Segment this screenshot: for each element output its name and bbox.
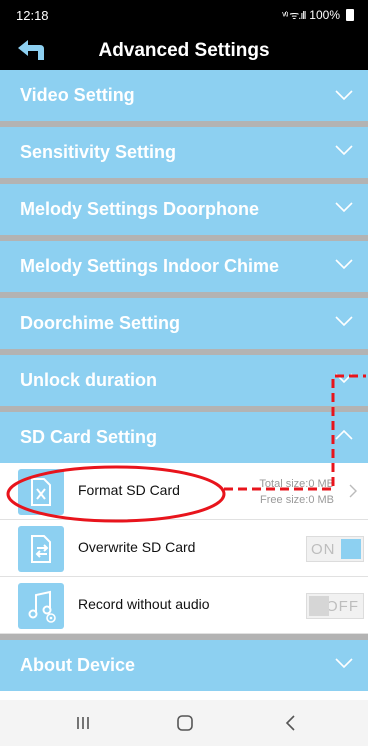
page-title: Advanced Settings <box>98 40 270 61</box>
chevron-right-icon <box>349 484 357 498</box>
section-label: Melody Settings Doorphone <box>20 199 260 219</box>
section-label: Unlock duration <box>20 370 158 390</box>
section-label: About Device <box>20 655 136 675</box>
battery-percent: 100% <box>309 8 340 22</box>
chevron-down-icon <box>335 202 353 213</box>
record-audio-toggle[interactable]: OFF <box>306 593 364 619</box>
total-size: Total size:0 MB <box>259 478 334 490</box>
chevron-down-icon <box>335 316 353 327</box>
format-sd-card-icon <box>18 469 64 515</box>
section-melody-indoor-chime[interactable]: Melody Settings Indoor Chime <box>0 235 368 292</box>
toggle-state: ON <box>311 541 336 558</box>
toggle-knob <box>309 596 329 616</box>
nav-back-icon[interactable] <box>276 712 306 734</box>
status-bar: 12:18 ᵛ⁽ᶦ ᯤ.ıll 100% <box>0 0 368 30</box>
section-sensitivity-setting[interactable]: Sensitivity Setting <box>0 121 368 178</box>
format-sd-card-row[interactable]: Format SD Card Total size:0 MB Free size… <box>0 463 368 520</box>
sd-size-info: Total size:0 MB Free size:0 MB <box>259 476 334 508</box>
chevron-down-icon <box>335 658 353 669</box>
section-label: Sensitivity Setting <box>20 142 177 162</box>
system-nav-bar <box>0 700 368 746</box>
settings-menu: Video Setting Sensitivity Setting Melody… <box>0 70 368 691</box>
home-icon[interactable] <box>170 712 200 734</box>
overwrite-sd-card-label: Overwrite SD Card <box>78 539 196 555</box>
music-settings-icon <box>18 583 64 629</box>
battery-icon <box>346 9 354 21</box>
toggle-state: OFF <box>326 598 359 615</box>
section-label: Melody Settings Indoor Chime <box>20 256 280 276</box>
section-label: Video Setting <box>20 85 135 105</box>
recent-apps-icon[interactable] <box>68 712 98 734</box>
section-label: Doorchime Setting <box>20 313 181 333</box>
overwrite-sd-card-row: Overwrite SD Card ON <box>0 520 368 577</box>
section-sd-card-setting[interactable]: SD Card Setting <box>0 406 368 463</box>
section-unlock-duration[interactable]: Unlock duration <box>0 349 368 406</box>
status-time: 12:18 <box>16 7 49 23</box>
section-label: SD Card Setting <box>20 427 158 447</box>
section-video-setting[interactable]: Video Setting <box>0 70 368 121</box>
format-sd-card-label: Format SD Card <box>78 482 180 498</box>
chevron-down-icon <box>335 90 353 101</box>
status-indicators: ᵛ⁽ᶦ ᯤ.ıll 100% <box>282 8 354 23</box>
overwrite-sd-card-icon <box>18 526 64 572</box>
free-size: Free size:0 MB <box>260 494 334 506</box>
record-without-audio-label: Record without audio <box>78 596 210 612</box>
overwrite-toggle[interactable]: ON <box>306 536 364 562</box>
toggle-knob <box>341 539 361 559</box>
record-without-audio-row: Record without audio OFF <box>0 577 368 634</box>
title-bar: Advanced Settings <box>0 30 368 70</box>
chevron-down-icon <box>335 373 353 384</box>
signal-icon: ᵛ⁽ᶦ ᯤ.ıll <box>282 9 306 22</box>
section-melody-doorphone[interactable]: Melody Settings Doorphone <box>0 178 368 235</box>
chevron-down-icon <box>335 145 353 156</box>
chevron-up-icon <box>335 429 353 440</box>
section-about-device[interactable]: About Device <box>0 634 368 691</box>
section-doorchime-setting[interactable]: Doorchime Setting <box>0 292 368 349</box>
chevron-down-icon <box>335 259 353 270</box>
